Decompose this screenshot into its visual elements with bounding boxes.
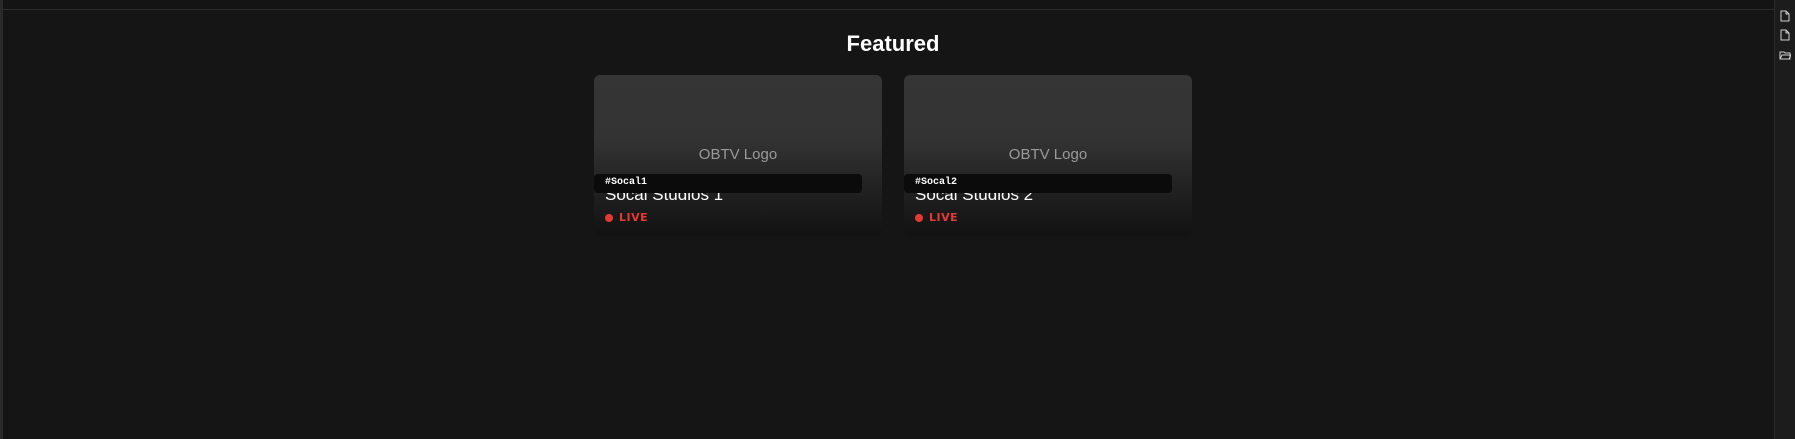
stream-card[interactable]: OBTV Logo Socal Studios 2 #Socal2 LIVE <box>904 75 1192 236</box>
file-icon[interactable] <box>1779 10 1791 22</box>
stream-id-label: #Socal2 <box>915 177 958 188</box>
folder-open-icon[interactable] <box>1779 49 1791 61</box>
main-content: Featured OBTV Logo Socal Studios 1 #Soca… <box>0 0 1777 439</box>
live-dot-icon <box>915 213 923 222</box>
live-status: LIVE <box>915 211 958 224</box>
stream-logo-placeholder: OBTV Logo <box>1008 146 1088 163</box>
live-dot-icon <box>605 213 613 222</box>
stream-id-label: #Socal1 <box>605 177 648 188</box>
live-status-label: LIVE <box>929 211 959 224</box>
top-divider <box>3 0 1777 10</box>
live-status: LIVE <box>605 211 648 224</box>
live-status-label: LIVE <box>619 211 649 224</box>
stream-id-tag: #Socal1 <box>594 174 862 193</box>
stream-card[interactable]: OBTV Logo Socal Studios 1 #Socal1 LIVE <box>594 75 882 236</box>
stream-logo-placeholder: OBTV Logo <box>698 146 778 163</box>
stream-id-tag: #Socal2 <box>904 174 1172 193</box>
section-heading: Featured <box>846 31 940 56</box>
file-icon[interactable] <box>1779 29 1791 41</box>
right-rail <box>1774 0 1795 439</box>
